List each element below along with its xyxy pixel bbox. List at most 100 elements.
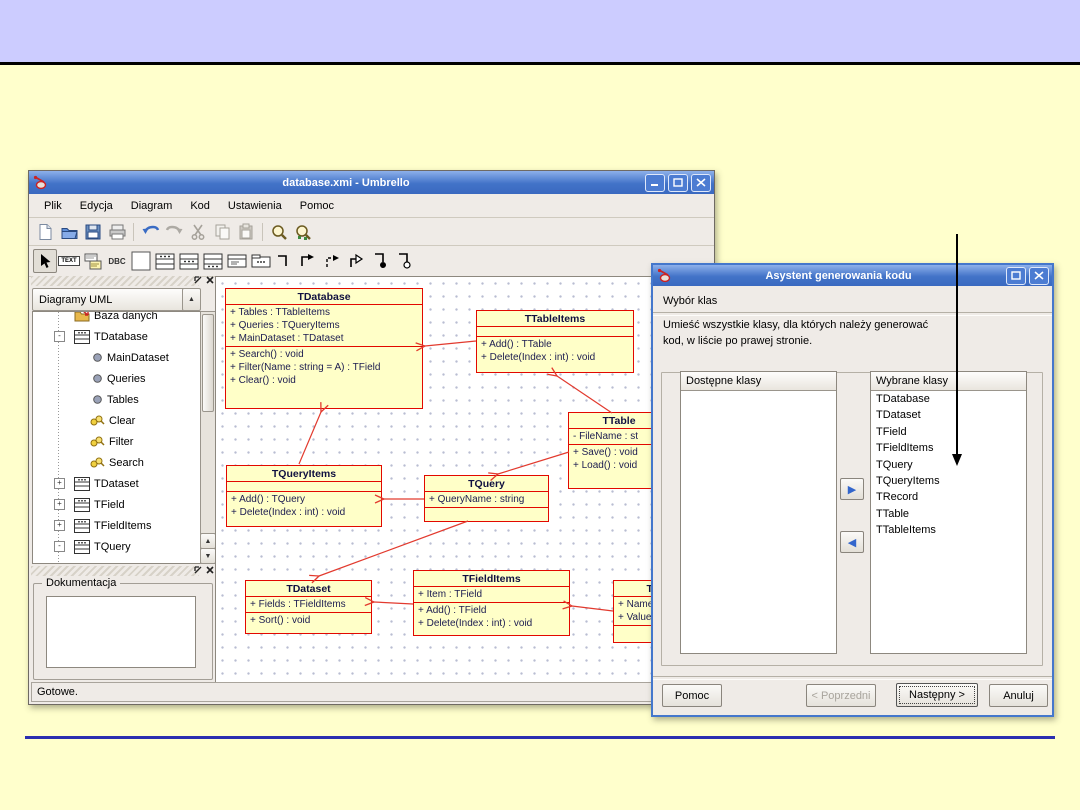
tree-dock-handle[interactable] [31,276,199,286]
dbc-tool[interactable]: DBC [105,249,129,273]
tree-scrollbar-thumb[interactable] [202,314,214,412]
uml-tree[interactable]: Baza danych - TDatabase MainDataset Quer… [32,311,201,564]
collapse-expander[interactable]: - [54,331,65,342]
minimize-button[interactable] [645,174,665,192]
save-icon[interactable] [81,220,105,244]
operations-compartment: + Add() : TTable + Delete(Index : int) :… [477,337,633,365]
menu-plik[interactable]: Plik [35,198,71,214]
operations-compartment: + Sort() : void [246,613,371,628]
uml-class-tquery[interactable]: TQuery + QueryName : string [424,475,549,522]
attributes-compartment: + Item : TField [414,587,569,603]
dialog-close-button[interactable] [1029,267,1049,285]
documentation-textarea[interactable] [46,596,196,668]
cancel-button[interactable]: Anuluj [989,684,1048,707]
maximize-button[interactable] [668,174,688,192]
diagram-toolbar: TEXT DBC [29,246,714,277]
uml-class-tdataset[interactable]: TDataset + Fields : TFieldItems + Sort()… [245,580,372,634]
tree-view-selector[interactable]: Diagramy UML [32,288,192,311]
move-left-button[interactable]: ◀ [840,531,864,553]
note-tool-icon[interactable] [81,249,105,273]
redo-icon[interactable] [162,220,186,244]
expand-expander[interactable]: + [54,520,65,531]
package-tool-icon[interactable] [249,249,273,273]
attributes-compartment [227,482,381,492]
dependency-icon[interactable] [321,249,345,273]
list-item[interactable]: TRecord [871,489,1026,505]
tree-item-search[interactable]: Search [33,452,200,473]
open-folder-icon[interactable] [57,220,81,244]
tree-item-tfield[interactable]: + TField [33,494,200,515]
list-item[interactable]: TField [871,424,1026,440]
menu-edycja[interactable]: Edycja [71,198,122,214]
list-item[interactable]: TFieldItems [871,440,1026,456]
available-classes-list[interactable]: Dostępne klasy [680,371,837,654]
association-icon[interactable] [273,249,297,273]
doc-dock-handle[interactable] [31,566,199,576]
next-button[interactable]: Następny > [896,683,978,707]
tree-item-tfielditems[interactable]: + TFieldItems [33,515,200,536]
window-titlebar[interactable]: database.xmi - Umbrello [29,171,714,194]
menu-pomoc[interactable]: Pomoc [291,198,343,214]
uml-class-ttableitems[interactable]: TTableItems + Add() : TTable + Delete(In… [476,310,634,373]
expand-expander[interactable]: + [54,478,65,489]
class-tool-icon-3[interactable] [201,249,225,273]
uni-association-icon[interactable] [297,249,321,273]
tree-item-baza-danych[interactable]: Baza danych [33,311,200,326]
tree-item-tables[interactable]: Tables [33,389,200,410]
doc-dock-controls[interactable] [193,565,215,575]
zoom-in-icon[interactable] [267,220,291,244]
composition-icon[interactable] [369,249,393,273]
menu-diagram[interactable]: Diagram [122,198,182,214]
tree-scrollbar[interactable] [200,311,216,564]
interface-tool-icon[interactable] [225,249,249,273]
dialog-titlebar[interactable]: Asystent generowania kodu [653,265,1052,286]
tree-scroll-up-button[interactable]: ▲ [182,288,201,311]
blank-box-icon[interactable] [129,249,153,273]
menu-ustawienia[interactable]: Ustawienia [219,198,291,214]
class-tool-icon-2[interactable] [177,249,201,273]
tree-item-maindataset[interactable]: MainDataset [33,347,200,368]
tree-item-filter[interactable]: Filter [33,431,200,452]
tree-item-clear[interactable]: Clear [33,410,200,431]
expand-expander[interactable]: + [54,499,65,510]
uml-class-tdatabase[interactable]: TDatabase + Tables : TTableItems + Queri… [225,288,423,409]
list-item[interactable]: TTable [871,506,1026,522]
tree-item-queries[interactable]: Queries [33,368,200,389]
undo-icon[interactable] [138,220,162,244]
list-item[interactable]: TQuery [871,457,1026,473]
generalization-icon[interactable] [345,249,369,273]
list-item[interactable]: TTableItems [871,522,1026,538]
paste-icon[interactable] [234,220,258,244]
menu-kod[interactable]: Kod [181,198,219,214]
tree-dock-controls[interactable] [193,275,215,285]
list-item[interactable]: TDatabase [871,391,1026,407]
cut-icon[interactable] [186,220,210,244]
available-classes-header[interactable]: Dostępne klasy [681,372,836,391]
text-tool-icon[interactable]: TEXT [57,249,81,273]
aggregation-icon[interactable] [393,249,417,273]
select-arrow-icon[interactable] [33,249,57,273]
move-right-button[interactable]: ▶ [840,478,864,500]
class-tool-icon[interactable] [153,249,177,273]
tree-scroll-up-small-button[interactable]: ▲ [200,533,216,549]
tree-item-tdatabase[interactable]: - TDatabase [33,326,200,347]
separator [653,312,1052,316]
tree-scroll-down-small-button[interactable]: ▼ [200,548,216,564]
uml-class-tqueryitems[interactable]: TQueryItems + Add() : TQuery + Delete(In… [226,465,382,527]
selected-classes-list[interactable]: Wybrane klasy TDatabase TDataset TField … [870,371,1027,654]
copy-icon[interactable] [210,220,234,244]
list-item[interactable]: TQueryItems [871,473,1026,489]
previous-button[interactable]: < Poprzedni [806,684,876,707]
close-button[interactable] [691,174,711,192]
collapse-expander[interactable]: - [54,541,65,552]
zoom-out-icon[interactable] [291,220,315,244]
tree-item-tquery[interactable]: - TQuery [33,536,200,557]
help-button[interactable]: Pomoc [662,684,722,707]
selected-classes-header[interactable]: Wybrane klasy [871,372,1026,391]
dialog-maximize-button[interactable] [1006,267,1026,285]
new-file-icon[interactable] [33,220,57,244]
list-item[interactable]: TDataset [871,407,1026,423]
tree-item-tdataset[interactable]: + TDataset [33,473,200,494]
uml-class-tfielditems[interactable]: TFieldItems + Item : TField + Add() : TF… [413,570,570,636]
print-icon[interactable] [105,220,129,244]
